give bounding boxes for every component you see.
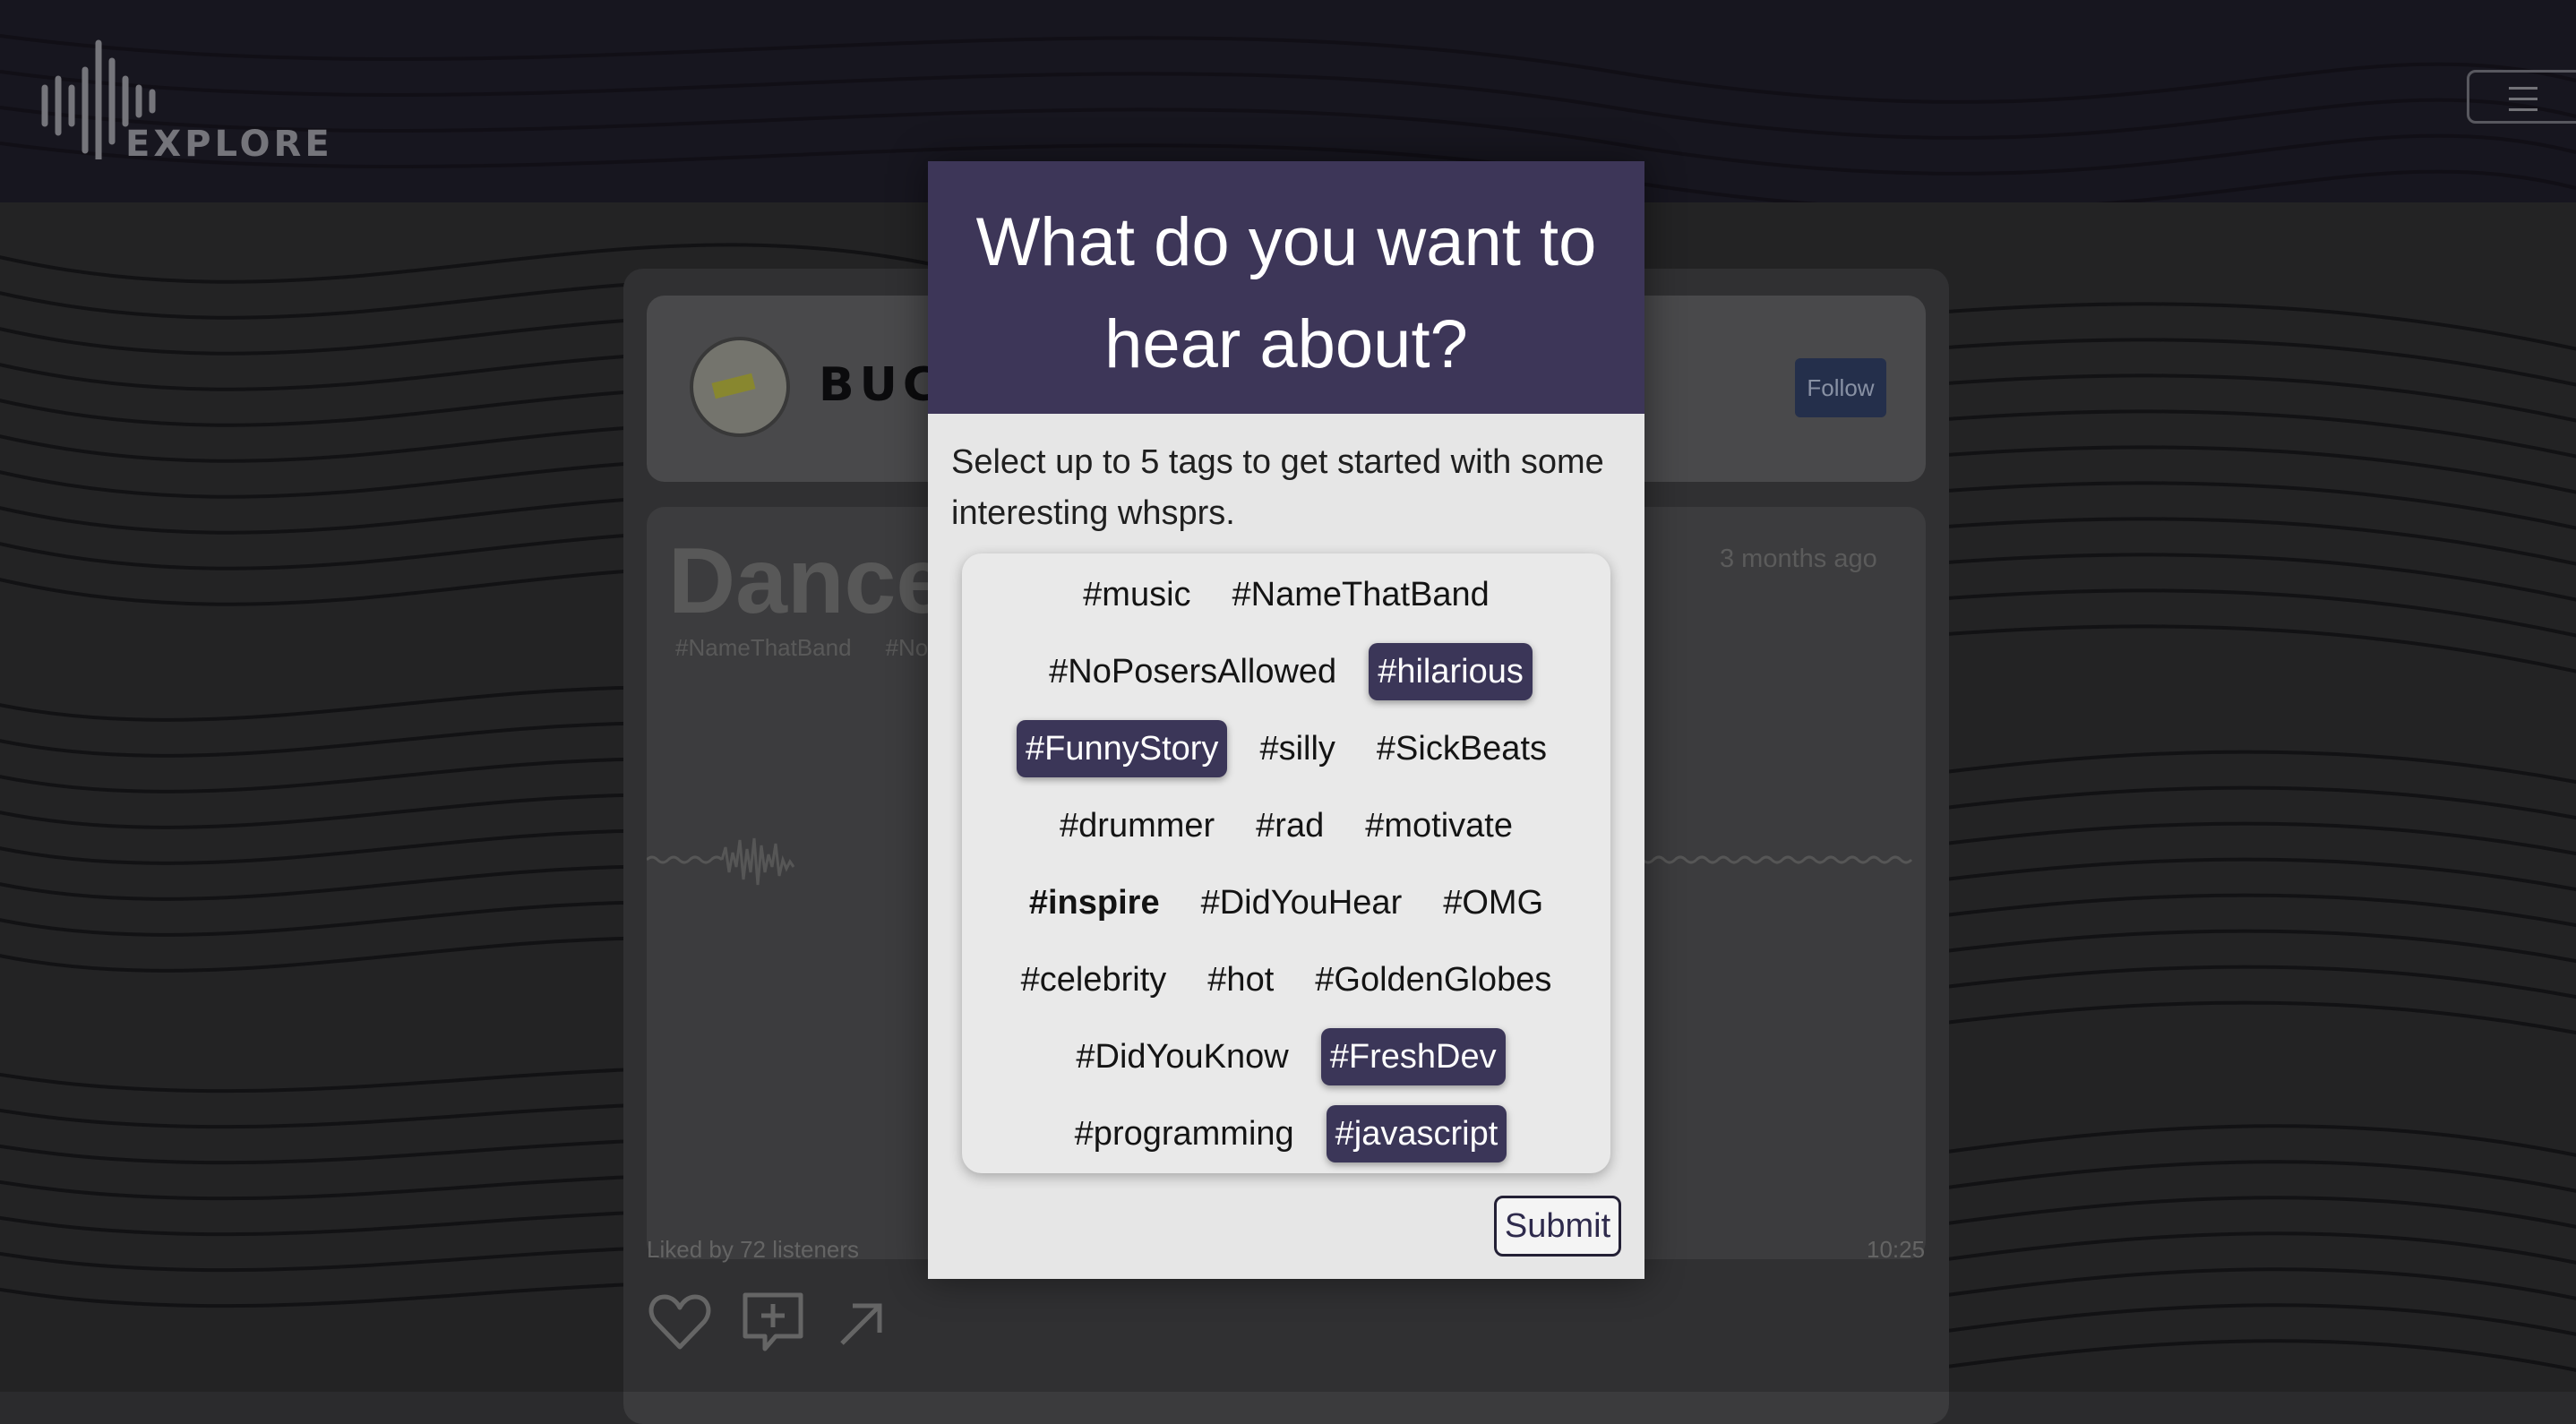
tag-option-selected[interactable]: #FreshDev (1320, 1028, 1506, 1085)
tag-option[interactable]: #DidYouKnow (1067, 1028, 1297, 1085)
modal-description: Select up to 5 tags to get started with … (951, 443, 1604, 532)
tag-option[interactable]: #drummer (1051, 797, 1224, 854)
tag-row: #inspire #DidYouHear #OMG (962, 874, 1610, 931)
tag-option[interactable]: #hot (1198, 951, 1283, 1008)
tag-option[interactable]: #SickBeats (1368, 720, 1556, 777)
tag-option[interactable]: #music (1074, 566, 1199, 623)
tag-option[interactable]: #inspire (1020, 874, 1169, 931)
tag-option[interactable]: #OMG (1434, 874, 1552, 931)
modal-header: What do you want to hear about? (928, 161, 1644, 414)
tag-row: #celebrity #hot #GoldenGlobes (962, 951, 1610, 1008)
tag-option[interactable]: #programming (1066, 1105, 1303, 1162)
tag-option[interactable]: #DidYouHear (1192, 874, 1412, 931)
tag-option[interactable]: #rad (1247, 797, 1333, 854)
tag-row: #NoPosersAllowed #hilarious (962, 643, 1610, 700)
tag-option-selected[interactable]: #hilarious (1369, 643, 1533, 700)
tag-option-selected[interactable]: #FunnyStory (1016, 720, 1228, 777)
tag-options-panel: #music #NameThatBand #NoPosersAllowed #hila… (962, 553, 1610, 1173)
tag-selection-modal: What do you want to hear about? Select u… (928, 161, 1644, 1279)
tag-option-selected[interactable]: #javascript (1326, 1105, 1507, 1162)
tag-row: #music #NameThatBand (962, 566, 1610, 623)
submit-button[interactable]: Submit (1494, 1196, 1621, 1257)
tag-option[interactable]: #silly (1250, 720, 1344, 777)
tag-option[interactable]: #NoPosersAllowed (1040, 643, 1345, 700)
tag-row: #drummer #rad #motivate (962, 797, 1610, 854)
tag-row: #DidYouKnow #FreshDev (962, 1028, 1610, 1085)
tag-option[interactable]: #celebrity (1012, 951, 1176, 1008)
tag-row: #FunnyStory #silly #SickBeats (962, 720, 1610, 777)
modal-title: What do you want to hear about? (975, 204, 1597, 382)
tag-option[interactable]: #GoldenGlobes (1306, 951, 1560, 1008)
tag-row: #programming #javascript (962, 1105, 1610, 1162)
tag-option[interactable]: #NameThatBand (1224, 566, 1498, 623)
tag-option[interactable]: #motivate (1356, 797, 1522, 854)
